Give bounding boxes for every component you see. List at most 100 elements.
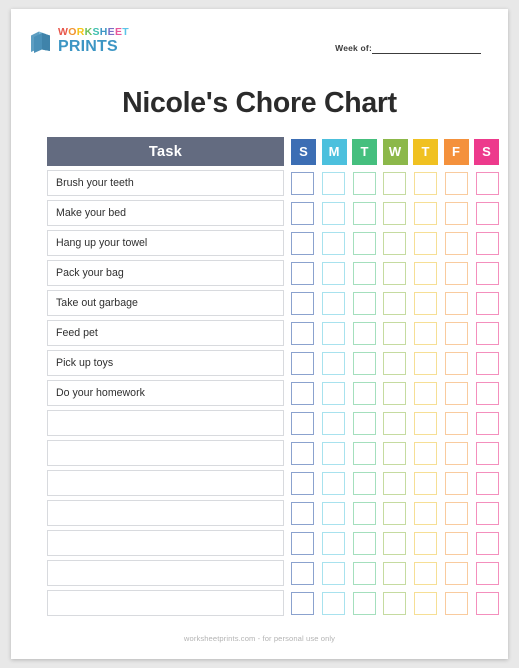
checkbox-saturday[interactable] [475, 201, 499, 225]
checkbox-friday[interactable] [445, 411, 469, 435]
checkbox-monday[interactable] [321, 411, 345, 435]
checkbox-sunday[interactable] [291, 261, 314, 285]
checkbox-friday[interactable] [445, 591, 469, 615]
checkbox-thursday[interactable] [414, 561, 438, 585]
checkbox-saturday[interactable] [475, 171, 499, 195]
task-label-cell[interactable] [47, 500, 284, 526]
checkbox-tuesday[interactable] [352, 201, 376, 225]
checkbox-wednesday[interactable] [383, 561, 407, 585]
checkbox-friday[interactable] [445, 231, 469, 255]
checkbox-thursday[interactable] [414, 351, 438, 375]
checkbox-wednesday[interactable] [383, 441, 407, 465]
checkbox-wednesday[interactable] [383, 501, 407, 525]
checkbox-monday[interactable] [321, 321, 345, 345]
checkbox-monday[interactable] [321, 201, 345, 225]
checkbox-sunday[interactable] [291, 471, 314, 495]
checkbox-saturday[interactable] [475, 561, 499, 585]
checkbox-friday[interactable] [445, 501, 469, 525]
checkbox-sunday[interactable] [291, 351, 314, 375]
week-of-blank-line[interactable] [372, 42, 481, 54]
checkbox-thursday[interactable] [414, 441, 438, 465]
checkbox-thursday[interactable] [414, 261, 438, 285]
checkbox-sunday[interactable] [291, 411, 314, 435]
checkbox-thursday[interactable] [414, 471, 438, 495]
task-label-cell[interactable] [47, 530, 284, 556]
task-label-cell[interactable]: Do your homework [47, 380, 284, 406]
checkbox-saturday[interactable] [475, 591, 499, 615]
checkbox-sunday[interactable] [291, 231, 314, 255]
checkbox-tuesday[interactable] [352, 411, 376, 435]
checkbox-thursday[interactable] [414, 501, 438, 525]
checkbox-sunday[interactable] [291, 381, 314, 405]
task-label-cell[interactable]: Hang up your towel [47, 230, 284, 256]
checkbox-wednesday[interactable] [383, 291, 407, 315]
checkbox-tuesday[interactable] [352, 351, 376, 375]
checkbox-monday[interactable] [321, 501, 345, 525]
checkbox-thursday[interactable] [414, 171, 438, 195]
checkbox-friday[interactable] [445, 381, 469, 405]
checkbox-thursday[interactable] [414, 531, 438, 555]
task-label-cell[interactable]: Pack your bag [47, 260, 284, 286]
checkbox-wednesday[interactable] [383, 411, 407, 435]
checkbox-tuesday[interactable] [352, 231, 376, 255]
checkbox-thursday[interactable] [414, 381, 438, 405]
checkbox-saturday[interactable] [475, 231, 499, 255]
checkbox-monday[interactable] [321, 441, 345, 465]
checkbox-tuesday[interactable] [352, 561, 376, 585]
checkbox-monday[interactable] [321, 261, 345, 285]
checkbox-tuesday[interactable] [352, 591, 376, 615]
checkbox-thursday[interactable] [414, 291, 438, 315]
checkbox-monday[interactable] [321, 231, 345, 255]
checkbox-friday[interactable] [445, 561, 469, 585]
checkbox-tuesday[interactable] [352, 291, 376, 315]
checkbox-sunday[interactable] [291, 531, 314, 555]
checkbox-monday[interactable] [321, 531, 345, 555]
task-label-cell[interactable] [47, 440, 284, 466]
checkbox-sunday[interactable] [291, 591, 314, 615]
checkbox-friday[interactable] [445, 201, 469, 225]
checkbox-tuesday[interactable] [352, 471, 376, 495]
checkbox-saturday[interactable] [475, 321, 499, 345]
checkbox-tuesday[interactable] [352, 441, 376, 465]
checkbox-wednesday[interactable] [383, 351, 407, 375]
checkbox-wednesday[interactable] [383, 531, 407, 555]
checkbox-friday[interactable] [445, 441, 469, 465]
checkbox-friday[interactable] [445, 531, 469, 555]
checkbox-sunday[interactable] [291, 291, 314, 315]
checkbox-saturday[interactable] [475, 471, 499, 495]
task-label-cell[interactable]: Brush your teeth [47, 170, 284, 196]
task-label-cell[interactable] [47, 590, 284, 616]
checkbox-monday[interactable] [321, 591, 345, 615]
task-label-cell[interactable]: Take out garbage [47, 290, 284, 316]
checkbox-monday[interactable] [321, 381, 345, 405]
checkbox-friday[interactable] [445, 261, 469, 285]
checkbox-saturday[interactable] [475, 501, 499, 525]
checkbox-saturday[interactable] [475, 441, 499, 465]
checkbox-monday[interactable] [321, 471, 345, 495]
checkbox-friday[interactable] [445, 471, 469, 495]
checkbox-thursday[interactable] [414, 411, 438, 435]
task-label-cell[interactable]: Feed pet [47, 320, 284, 346]
task-label-cell[interactable]: Make your bed [47, 200, 284, 226]
checkbox-saturday[interactable] [475, 411, 499, 435]
checkbox-saturday[interactable] [475, 531, 499, 555]
checkbox-monday[interactable] [321, 351, 345, 375]
checkbox-saturday[interactable] [475, 261, 499, 285]
checkbox-wednesday[interactable] [383, 381, 407, 405]
task-label-cell[interactable] [47, 470, 284, 496]
checkbox-tuesday[interactable] [352, 381, 376, 405]
checkbox-wednesday[interactable] [383, 471, 407, 495]
checkbox-saturday[interactable] [475, 381, 499, 405]
checkbox-sunday[interactable] [291, 561, 314, 585]
checkbox-monday[interactable] [321, 171, 345, 195]
checkbox-thursday[interactable] [414, 201, 438, 225]
checkbox-tuesday[interactable] [352, 501, 376, 525]
checkbox-monday[interactable] [321, 561, 345, 585]
checkbox-tuesday[interactable] [352, 261, 376, 285]
checkbox-friday[interactable] [445, 171, 469, 195]
checkbox-sunday[interactable] [291, 171, 314, 195]
checkbox-wednesday[interactable] [383, 591, 407, 615]
checkbox-monday[interactable] [321, 291, 345, 315]
checkbox-wednesday[interactable] [383, 171, 407, 195]
checkbox-friday[interactable] [445, 291, 469, 315]
